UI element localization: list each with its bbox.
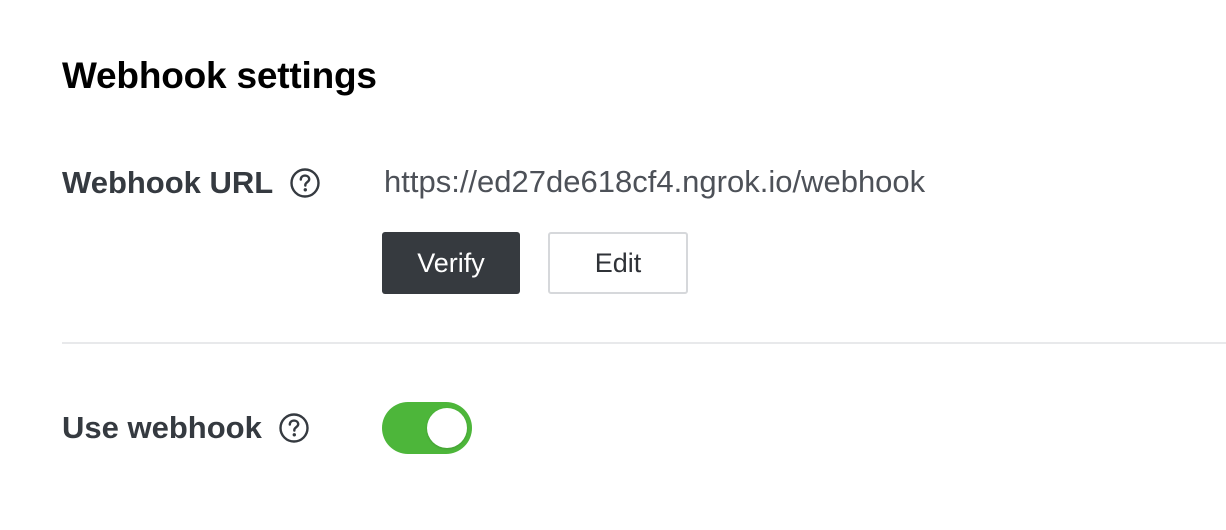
verify-button[interactable]: Verify <box>382 232 520 294</box>
webhook-url-row-label: Webhook URL <box>62 163 321 203</box>
question-circle-icon[interactable] <box>289 167 321 199</box>
edit-button[interactable]: Edit <box>548 232 688 294</box>
question-circle-icon[interactable] <box>278 412 310 444</box>
webhook-url-value: https://ed27de618cf4.ngrok.io/webhook <box>384 164 926 199</box>
use-webhook-label: Use webhook <box>62 410 262 445</box>
section-divider <box>62 342 1226 344</box>
use-webhook-toggle[interactable] <box>382 402 472 454</box>
section-title: Webhook settings <box>62 55 377 96</box>
toggle-knob <box>427 408 467 448</box>
webhook-url-label: Webhook URL <box>62 165 274 200</box>
use-webhook-row-label: Use webhook <box>62 408 310 448</box>
